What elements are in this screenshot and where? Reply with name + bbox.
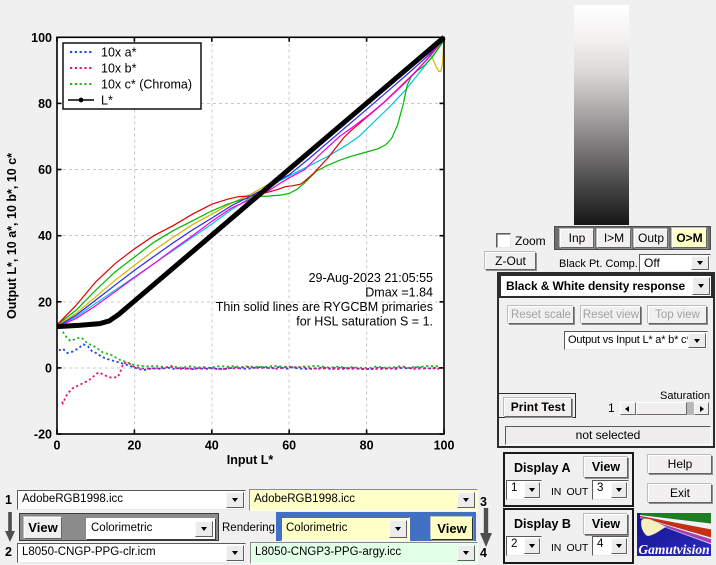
svg-text:0: 0 — [54, 439, 61, 453]
svg-text:80: 80 — [360, 439, 374, 453]
svg-text:for HSL saturation S = 1.: for HSL saturation S = 1. — [296, 315, 433, 329]
svg-text:40: 40 — [205, 439, 219, 453]
svg-text:10x c* (Chroma): 10x c* (Chroma) — [101, 78, 192, 92]
svg-text:Gamutvision: Gamutvision — [638, 542, 709, 556]
svg-text:60: 60 — [38, 163, 52, 177]
svg-text:20: 20 — [38, 295, 52, 309]
svg-text:Thin solid lines are RYGCBM pr: Thin solid lines are RYGCBM primaries — [216, 300, 433, 314]
svg-text:Dmax =1.84: Dmax =1.84 — [365, 286, 433, 300]
svg-text:10x b*: 10x b* — [101, 62, 137, 76]
svg-text:-20: -20 — [34, 428, 52, 442]
svg-text:Output L*, 10 a*, 10 b*, 10 c*: Output L*, 10 a*, 10 b*, 10 c* — [5, 153, 19, 319]
svg-text:100: 100 — [434, 439, 455, 453]
svg-text:80: 80 — [38, 97, 52, 111]
svg-text:0: 0 — [45, 361, 52, 375]
svg-text:40: 40 — [38, 229, 52, 243]
svg-text:60: 60 — [282, 439, 296, 453]
svg-text:L*: L* — [101, 94, 113, 108]
svg-text:29-Aug-2023 21:05:55: 29-Aug-2023 21:05:55 — [309, 271, 433, 285]
svg-text:10x a*: 10x a* — [101, 46, 137, 60]
svg-text:Input L*: Input L* — [227, 453, 274, 467]
svg-text:20: 20 — [127, 439, 141, 453]
svg-text:100: 100 — [31, 31, 52, 45]
